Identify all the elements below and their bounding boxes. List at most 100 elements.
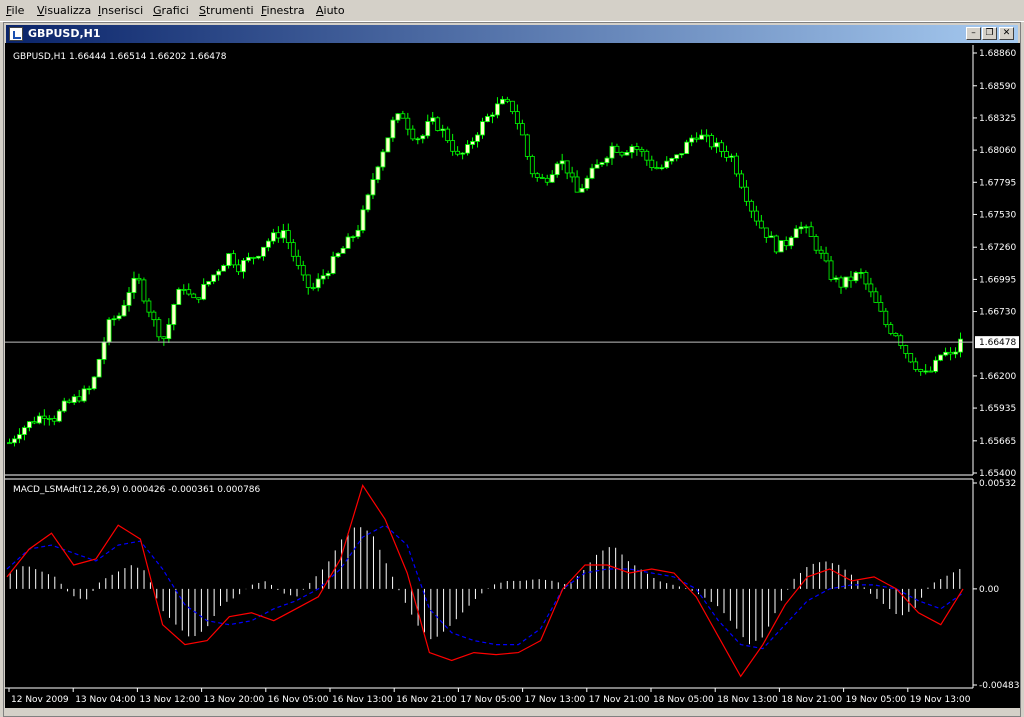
candle-body xyxy=(186,289,192,295)
candle-body xyxy=(251,256,256,259)
candle-body xyxy=(768,235,774,238)
restore-button[interactable]: ❐ xyxy=(982,27,997,40)
candle-body xyxy=(61,400,67,412)
time-tick-label: 13 Nov 04:00 xyxy=(75,695,136,705)
candle-body xyxy=(310,287,316,289)
candle-body xyxy=(475,134,480,142)
candle-body xyxy=(828,260,834,280)
macd-tick-label: -0.00483 xyxy=(979,681,1019,691)
time-tick-label: 18 Nov 13:00 xyxy=(717,695,778,705)
price-tick-label: 1.66730 xyxy=(979,308,1016,318)
time-tick-label: 19 Nov 05:00 xyxy=(846,695,907,705)
time-tick-label: 16 Nov 21:00 xyxy=(396,695,457,705)
candle-body xyxy=(868,283,874,293)
candle-body xyxy=(913,361,919,370)
menu-item-file[interactable]: File xyxy=(6,4,24,17)
window-titlebar[interactable]: GBPUSD,H1 – ❐ ✕ xyxy=(6,25,1018,43)
candle-body xyxy=(231,253,236,266)
candle-body xyxy=(111,318,117,321)
chart-window-icon[interactable] xyxy=(9,27,23,41)
candle-body xyxy=(415,138,421,141)
candle-body xyxy=(161,336,167,340)
close-button[interactable]: ✕ xyxy=(999,27,1014,40)
menu-item-finestra[interactable]: Finestra xyxy=(261,4,305,17)
candle-body xyxy=(390,119,396,139)
candle-body xyxy=(365,194,371,211)
candle-body xyxy=(410,128,416,140)
candle-body xyxy=(500,98,505,105)
candle-body xyxy=(196,297,202,300)
candle-body xyxy=(440,128,446,131)
candle-body xyxy=(659,167,665,170)
candle-body xyxy=(753,210,759,222)
candle-body xyxy=(858,272,864,274)
candle-body xyxy=(714,142,719,148)
candle-body xyxy=(569,172,575,178)
candle-body xyxy=(430,117,436,122)
candle-body xyxy=(46,417,52,420)
time-tick-label: 16 Nov 13:00 xyxy=(332,695,393,705)
candle-body xyxy=(335,252,341,257)
candle-body xyxy=(873,291,879,303)
menu-item-visualizza[interactable]: Visualizza xyxy=(37,4,91,17)
candle-body xyxy=(848,276,854,282)
candle-body xyxy=(664,160,670,168)
candle-body xyxy=(524,134,530,157)
candle-body xyxy=(739,173,744,188)
candle-body xyxy=(76,396,82,402)
candle-body xyxy=(505,98,510,102)
candle-body xyxy=(116,315,122,320)
candle-body xyxy=(266,240,271,248)
price-tick-label: 1.65665 xyxy=(979,437,1016,447)
candle-body xyxy=(460,152,465,155)
candle-body xyxy=(22,427,27,435)
candle-body xyxy=(903,345,909,354)
candle-body xyxy=(758,220,764,229)
candle-body xyxy=(181,288,187,291)
menu-item-aiuto[interactable]: Aiuto xyxy=(316,4,345,17)
price-tick-label: 1.68860 xyxy=(979,49,1016,59)
candle-body xyxy=(709,135,714,148)
candle-body xyxy=(559,160,565,165)
candle-body xyxy=(380,151,386,168)
candle-body xyxy=(495,103,500,116)
candle-body xyxy=(305,274,311,288)
candle-body xyxy=(256,255,261,259)
candle-body xyxy=(748,200,754,212)
price-tick-label: 1.65935 xyxy=(979,404,1016,414)
menu-bar: File Visualizza Inserisci Grafici Strume… xyxy=(0,0,1024,22)
candle-body xyxy=(599,162,605,165)
price-tick-label: 1.68590 xyxy=(979,82,1016,92)
candle-body xyxy=(519,123,525,136)
candle-body xyxy=(136,277,142,281)
candle-body xyxy=(649,159,655,168)
candle-body xyxy=(818,249,824,254)
price-tick-label: 1.66995 xyxy=(979,275,1016,285)
candle-body xyxy=(529,156,535,175)
candle-body xyxy=(958,338,963,353)
candle-body xyxy=(395,113,401,121)
menu-item-grafici[interactable]: Grafici xyxy=(153,4,189,17)
menu-item-inserisci[interactable]: Inserisci xyxy=(98,4,143,17)
candle-body xyxy=(813,236,819,251)
candle-body xyxy=(270,232,276,242)
minimize-button[interactable]: – xyxy=(966,27,981,40)
candle-body xyxy=(355,229,361,238)
chart-area[interactable]: GBPUSD,H1 1.66444 1.66514 1.66202 1.6647… xyxy=(5,43,1020,708)
candle-body xyxy=(71,396,77,403)
menu-item-strumenti[interactable]: Strumenti xyxy=(199,4,254,17)
candle-body xyxy=(694,137,700,140)
candle-body xyxy=(360,209,366,231)
candle-body xyxy=(594,164,600,169)
candle-body xyxy=(191,293,197,299)
candle-body xyxy=(744,186,749,202)
candle-body xyxy=(275,232,281,239)
candle-body xyxy=(490,114,495,117)
candle-body xyxy=(146,300,152,313)
candle-body xyxy=(425,121,431,137)
candle-body xyxy=(584,177,590,189)
candle-body xyxy=(176,288,182,305)
candle-body xyxy=(763,227,769,238)
candle-body xyxy=(514,111,520,125)
candle-body xyxy=(27,421,32,429)
